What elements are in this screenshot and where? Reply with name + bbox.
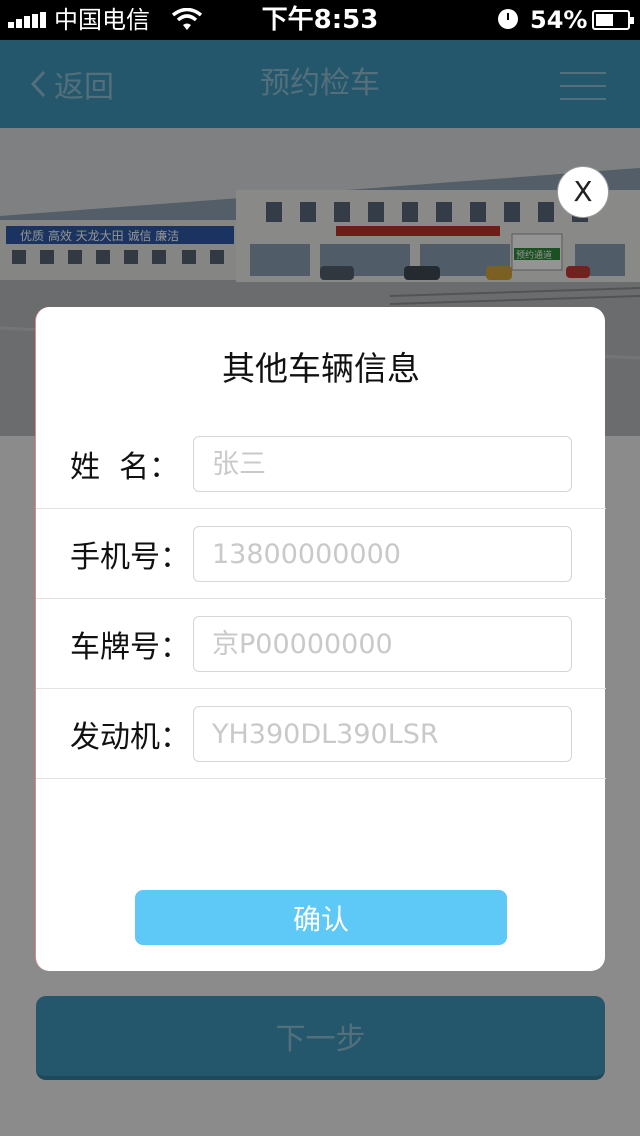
phone-row: 手机号： <box>36 509 606 599</box>
name-label: 姓 名： <box>70 450 180 485</box>
plate-label: 车牌号： <box>70 630 190 665</box>
name-row: 姓 名： <box>36 419 606 509</box>
close-button[interactable]: X <box>557 166 609 218</box>
status-bar: 中国电信 下午8:53 54% <box>0 0 640 40</box>
alarm-icon <box>498 9 518 29</box>
battery-percent: 54% <box>530 6 588 34</box>
engine-label: 发动机： <box>70 720 190 755</box>
phone-input[interactable] <box>193 526 572 582</box>
engine-row: 发动机： <box>36 689 606 779</box>
name-input[interactable] <box>193 436 572 492</box>
plate-input[interactable] <box>193 616 572 672</box>
vehicle-info-dialog: 其他车辆信息 姓 名： 手机号： 车牌号： 发动机： 确认 <box>35 307 606 971</box>
confirm-button[interactable]: 确认 <box>135 890 507 945</box>
engine-input[interactable] <box>193 706 572 762</box>
dialog-title: 其他车辆信息 <box>222 349 420 388</box>
phone-label: 手机号： <box>70 540 190 575</box>
plate-row: 车牌号： <box>36 599 606 689</box>
battery-icon <box>592 10 634 30</box>
